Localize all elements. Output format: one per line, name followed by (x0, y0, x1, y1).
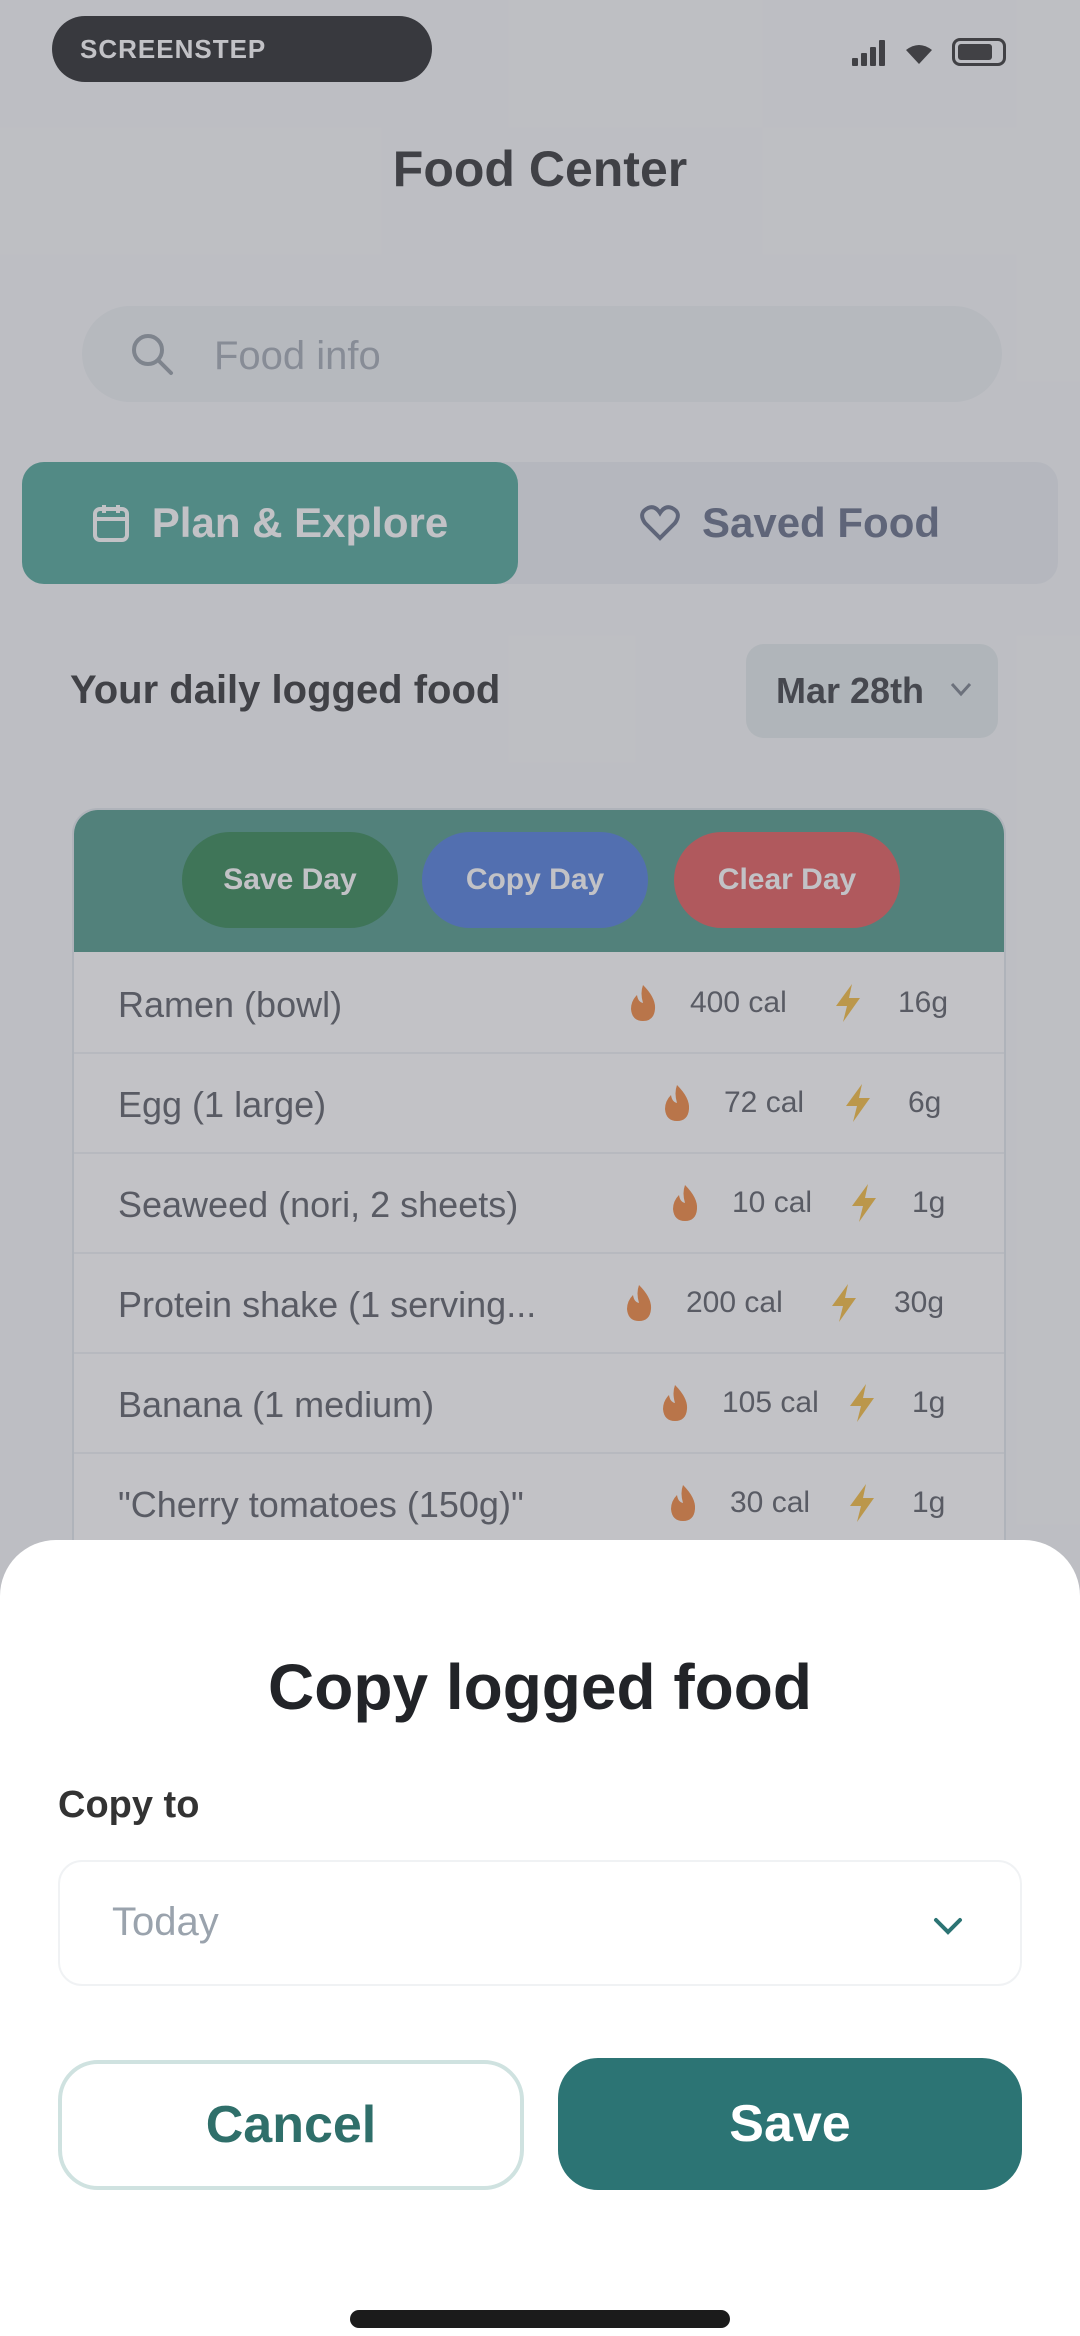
home-indicator[interactable] (350, 2310, 730, 2328)
copy-to-label: Copy to (58, 1784, 200, 1826)
chevron-down-icon (934, 1918, 962, 1935)
copy-food-sheet: Copy logged food Copy to Today Cancel Sa… (0, 1540, 1080, 2336)
cancel-button[interactable]: Cancel (58, 2060, 524, 2190)
save-button[interactable]: Save (558, 2058, 1022, 2190)
sheet-title: Copy logged food (268, 1651, 812, 1723)
copy-to-value: Today (112, 1900, 219, 1944)
copy-to-select[interactable]: Today (58, 1860, 1022, 1986)
